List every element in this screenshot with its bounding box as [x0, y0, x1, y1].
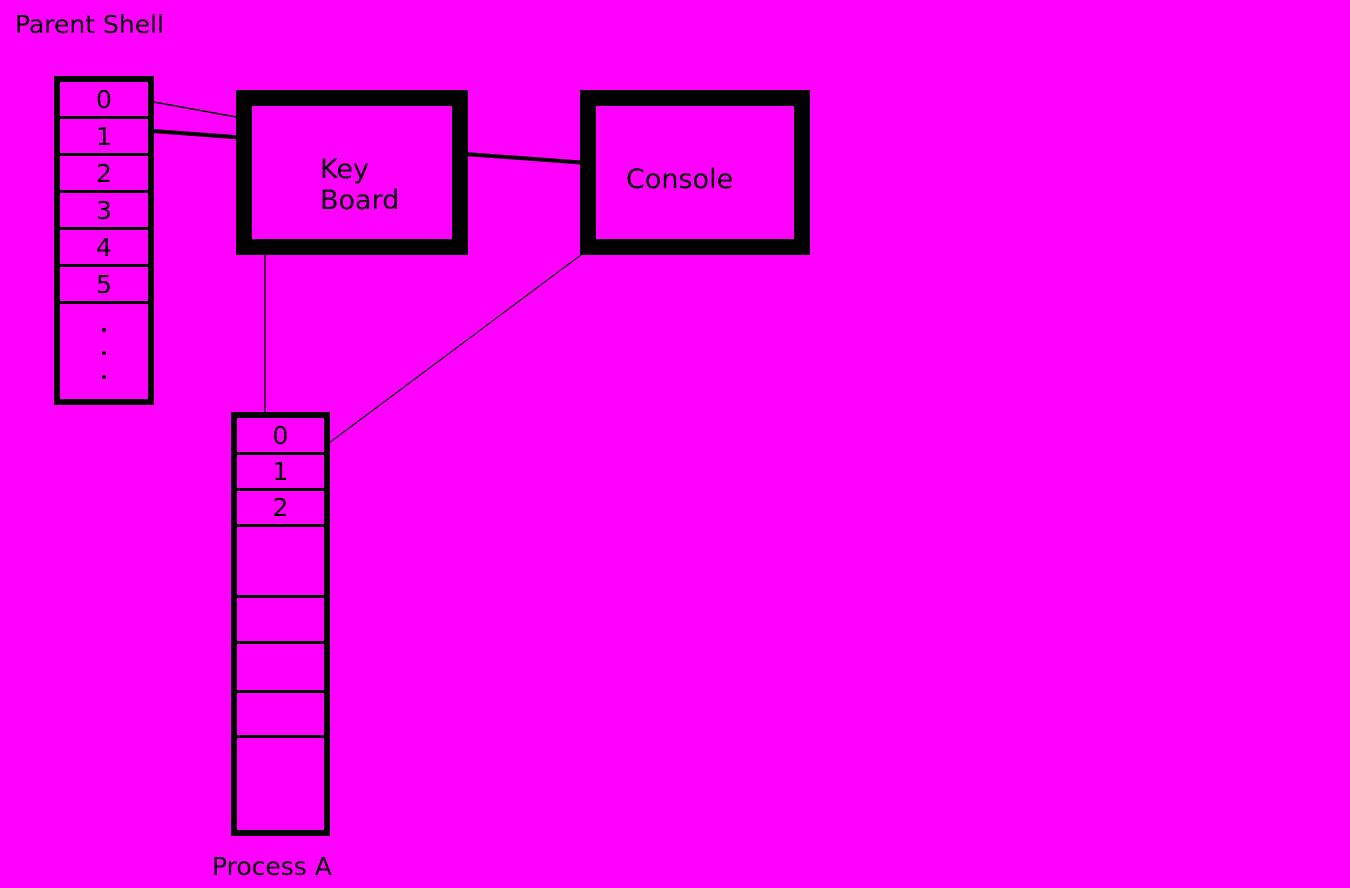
ellipsis-dot [102, 327, 106, 332]
fd-row [237, 738, 324, 830]
fd-row [237, 527, 324, 598]
process-a-fd-table: 0 1 2 [231, 412, 330, 836]
fd-row: 4 [60, 230, 148, 267]
keyboard-device-box: Key Board [236, 90, 468, 255]
fd-row [237, 598, 324, 644]
fd-row: 1 [60, 119, 148, 156]
fd-row: 2 [237, 491, 324, 527]
fd-row [237, 644, 324, 693]
fd-row: 5 [60, 267, 148, 304]
process-a-label: Process A [212, 852, 332, 881]
parent-shell-label: Parent Shell [15, 10, 164, 39]
fd-row: 3 [60, 193, 148, 230]
fd-row [237, 693, 324, 738]
fd-row: 0 [60, 82, 148, 119]
console-label: Console [626, 164, 734, 195]
fd-row: 0 [237, 418, 324, 455]
fd-row: 1 [237, 455, 324, 491]
fd-row-ellipsis [60, 304, 148, 399]
fd-row: 2 [60, 156, 148, 193]
console-device-box: Console [580, 90, 810, 255]
keyboard-label: Key Board [320, 154, 400, 217]
parent-shell-fd-table: 0 1 2 3 4 5 [54, 76, 154, 405]
ellipsis-dot [102, 351, 106, 356]
ellipsis-dot [102, 375, 106, 380]
